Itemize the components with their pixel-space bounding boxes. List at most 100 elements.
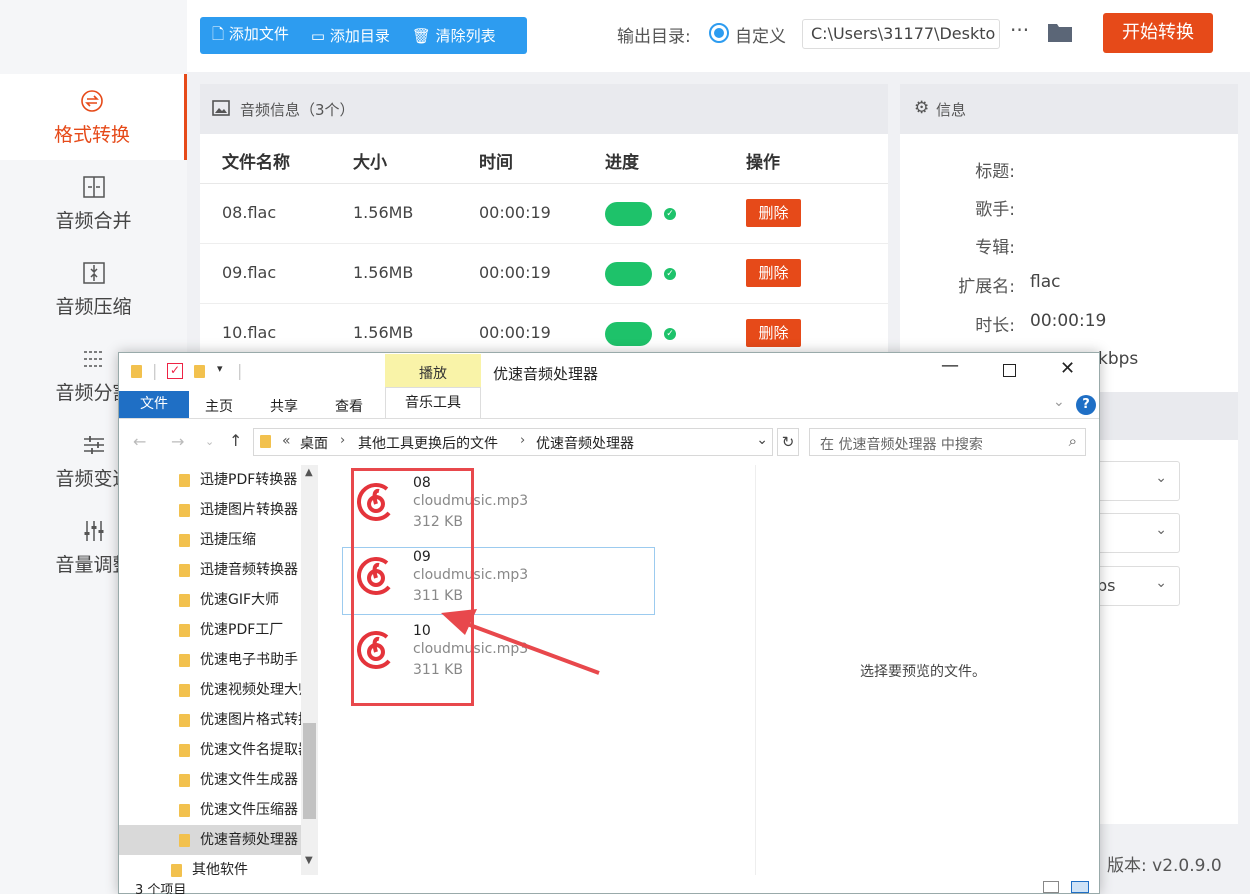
bitrate-select[interactable]: ps ⌄	[1090, 566, 1180, 606]
tree-item[interactable]: 优速图片格式转换器	[179, 705, 301, 735]
chevron-down-icon: ⌄	[1155, 575, 1167, 591]
folder-icon	[260, 435, 271, 448]
tree-item[interactable]: 迅捷压缩	[179, 525, 301, 555]
info-ext-value: flac	[1030, 272, 1061, 292]
quick-access-dropdown[interactable]: ▾	[217, 362, 223, 375]
sidebar-item-compress[interactable]: 音频压缩	[0, 246, 187, 332]
delete-button[interactable]: 删除	[746, 319, 801, 347]
help-icon[interactable]: ?	[1076, 395, 1096, 415]
custom-radio[interactable]	[709, 23, 729, 43]
more-button[interactable]: ···	[1010, 18, 1029, 42]
add-file-button[interactable]: 🗋 添加文件	[212, 23, 289, 49]
info-bitrate-value: kbps	[1098, 349, 1139, 369]
up-button[interactable]: ↑	[229, 431, 242, 450]
file-explorer-window: | ✓ ▾ | 播放 优速音频处理器 — ✕ 文件 主页 共享 查看 音乐工具 …	[118, 352, 1100, 894]
progress-bar	[605, 202, 652, 226]
new-folder-icon[interactable]	[194, 365, 205, 378]
speed-icon	[83, 436, 104, 454]
forward-button[interactable]: →	[171, 432, 184, 451]
tab-share[interactable]: 共享	[270, 396, 298, 416]
explorer-title: 优速音频处理器	[493, 365, 599, 383]
close-button[interactable]: ✕	[1060, 358, 1075, 379]
folder-icon	[171, 863, 182, 877]
sidebar-item-format-convert[interactable]: 格式转换	[0, 74, 187, 160]
col-progress: 进度	[605, 153, 639, 173]
quality-select[interactable]: ⌄	[1090, 513, 1180, 553]
folder-icon	[179, 593, 190, 607]
folder-icon[interactable]	[1047, 21, 1073, 43]
tree-item-selected[interactable]: 优速音频处理器	[179, 825, 301, 855]
add-dir-button[interactable]: ▭ 添加目录	[311, 25, 390, 46]
breadcrumb-current[interactable]: 优速音频处理器	[536, 433, 634, 453]
delete-button[interactable]: 删除	[746, 199, 801, 227]
progress-bar	[605, 322, 652, 346]
tree-item[interactable]: 优速文件名提取器	[179, 735, 301, 765]
delete-button[interactable]: 删除	[746, 259, 801, 287]
output-path-input[interactable]: C:\Users\31177\Deskto	[802, 19, 1000, 49]
tree-item[interactable]: 其他软件	[171, 855, 293, 885]
search-input[interactable]: 在 优速音频处理器 中搜索 ⌕	[809, 428, 1086, 456]
ribbon-expand-icon[interactable]: ⌄	[1053, 394, 1065, 410]
folder-icon	[179, 623, 190, 637]
tab-view[interactable]: 查看	[335, 396, 363, 416]
folder-icon	[179, 803, 190, 817]
folder-icon	[131, 365, 142, 378]
folder-icon	[179, 503, 190, 517]
breadcrumb-desktop[interactable]: 桌面	[300, 433, 328, 453]
large-icons-view-icon[interactable]	[1071, 881, 1089, 893]
tree-item[interactable]: 优速PDF工厂	[179, 615, 301, 645]
play-tab[interactable]: 播放	[385, 354, 481, 387]
details-view-icon[interactable]	[1043, 881, 1059, 893]
row-time: 00:00:19	[479, 203, 551, 222]
tree-item[interactable]: 迅捷音频转换器	[179, 555, 301, 585]
recent-dropdown[interactable]: ⌄	[205, 435, 214, 448]
check-icon: ✓	[664, 208, 676, 220]
row-size: 1.56MB	[353, 263, 414, 282]
tab-home[interactable]: 主页	[205, 396, 233, 416]
maximize-button[interactable]	[1003, 364, 1016, 377]
info-duration-label: 时长:	[975, 316, 1015, 336]
chevron-down-icon: ⌄	[1155, 522, 1167, 538]
address-bar[interactable]: « 桌面 › 其他工具更换后的文件 › 优速音频处理器 ⌄	[253, 428, 773, 456]
scroll-up-icon[interactable]: ▲	[305, 467, 313, 478]
folder-icon	[179, 833, 190, 847]
info-title-label: 标题:	[975, 162, 1015, 182]
address-dropdown[interactable]: ⌄	[756, 432, 768, 448]
start-convert-button[interactable]: 开始转换	[1103, 13, 1213, 53]
format-select[interactable]: ⌄	[1090, 461, 1180, 501]
volume-icon	[84, 521, 103, 541]
minimize-button[interactable]: —	[941, 355, 959, 376]
tree-item[interactable]: 优速文件生成器	[179, 765, 301, 795]
sidebar-item-merge[interactable]: 音频合并	[0, 160, 187, 246]
split-icon	[83, 351, 104, 367]
version-label: ，版本: v2.0.9.0	[1090, 856, 1222, 876]
folder-icon	[179, 533, 190, 547]
tree-item[interactable]: 优速视频处理大师	[179, 675, 301, 705]
row-size: 1.56MB	[353, 203, 414, 222]
properties-icon[interactable]: ✓	[167, 363, 183, 379]
tree-item[interactable]: 迅捷图片转换器	[179, 495, 301, 525]
breadcrumb-other-tools[interactable]: 其他工具更换后的文件	[358, 433, 498, 453]
info-album-label: 专辑:	[975, 238, 1015, 258]
tree-item[interactable]: 优速文件压缩器	[179, 795, 301, 825]
refresh-button[interactable]: ↻	[777, 428, 799, 456]
search-icon[interactable]: ⌕	[1069, 432, 1077, 450]
col-time: 时间	[479, 153, 513, 173]
tree-item[interactable]: 优速GIF大师	[179, 585, 301, 615]
info-duration-value: 00:00:19	[1030, 311, 1107, 331]
audio-panel-title: 音频信息（3个）	[240, 101, 355, 119]
tree-item[interactable]: 优速电子书助手	[179, 645, 301, 675]
tab-music-tools[interactable]: 音乐工具	[385, 387, 481, 418]
scroll-down-icon[interactable]: ▼	[305, 855, 313, 866]
preview-divider	[755, 465, 756, 875]
preview-text: 选择要预览的文件。	[860, 664, 986, 680]
back-button[interactable]: ←	[133, 432, 146, 451]
col-size: 大小	[353, 153, 387, 173]
tree-scrollbar[interactable]: ▲ ▼	[301, 465, 318, 875]
check-icon: ✓	[664, 328, 676, 340]
separator: |	[152, 361, 158, 380]
tree-item[interactable]: 迅捷PDF转换器	[179, 465, 301, 495]
tab-file[interactable]: 文件	[119, 391, 189, 418]
clear-list-button[interactable]: 🗑 清除列表	[412, 25, 496, 46]
scrollbar-thumb[interactable]	[303, 723, 316, 819]
